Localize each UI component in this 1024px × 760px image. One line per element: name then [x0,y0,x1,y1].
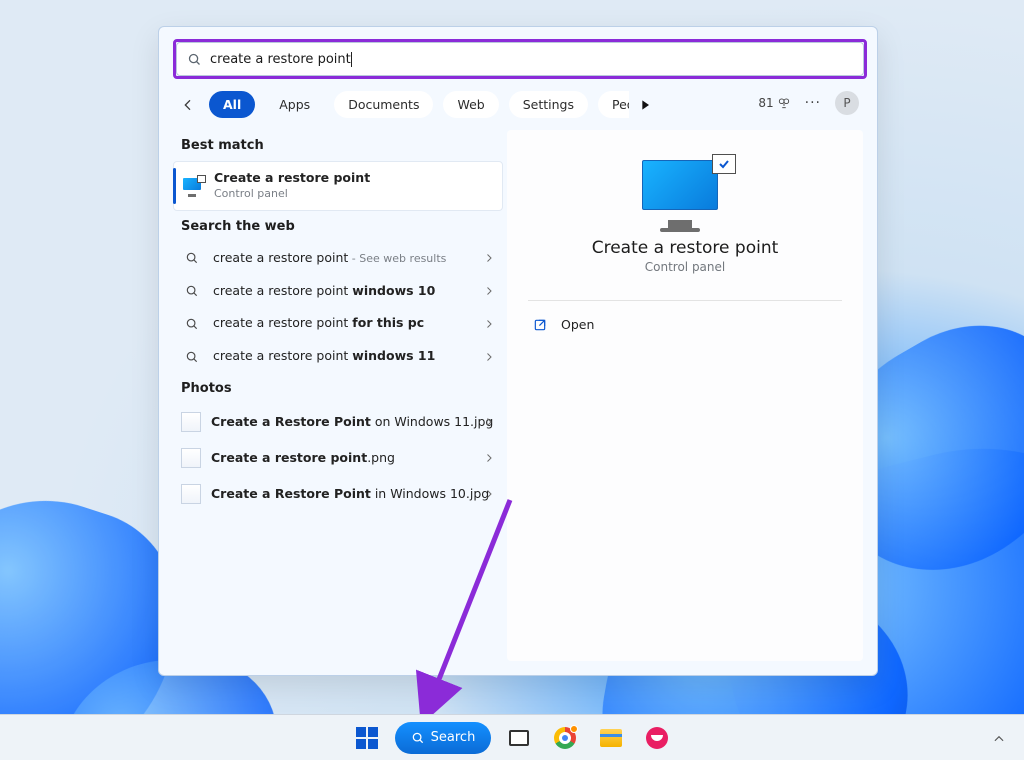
task-view-icon [509,730,529,746]
taskbar: Search [0,714,1024,760]
filter-documents[interactable]: Documents [334,91,433,118]
filter-web[interactable]: Web [443,91,498,118]
detail-subtitle: Control panel [645,260,725,274]
taskbar-app-pink[interactable] [639,720,675,756]
file-explorer-icon [600,729,622,747]
show-hidden-icons-button[interactable] [992,732,1006,746]
taskbar-app-chrome[interactable] [547,720,583,756]
result-web[interactable]: create a restore point for this pc [173,307,503,340]
section-search-web: Search the web [173,211,503,242]
search-input[interactable]: create a restore point [176,42,864,76]
scroll-right-icon[interactable] [637,97,653,113]
back-button[interactable] [177,94,199,116]
section-best-match: Best match [173,130,503,161]
trophy-icon [777,96,791,110]
result-web[interactable]: create a restore point - See web results [173,242,503,275]
search-flyout: create a restore point All Apps Document… [158,26,878,676]
filter-all[interactable]: All [209,91,255,118]
section-photos: Photos [173,373,503,404]
search-icon [187,52,202,67]
results-list: Best match Create a restore point Contro… [173,130,503,661]
search-query-text: create a restore point [210,52,352,67]
chevron-right-icon [483,488,495,500]
file-thumbnail [181,448,201,468]
restore-point-icon [642,160,728,220]
chevron-right-icon [483,452,495,464]
search-icon [185,284,199,298]
open-action[interactable]: Open [507,309,620,340]
taskbar-app-explorer[interactable] [593,720,629,756]
file-thumbnail [181,412,201,432]
task-view-button[interactable] [501,720,537,756]
more-options-button[interactable]: ··· [805,95,821,111]
rewards-points: 81 [758,96,773,110]
result-web[interactable]: create a restore point windows 10 [173,275,503,308]
filter-apps[interactable]: Apps [265,91,324,118]
open-icon [533,318,547,332]
file-thumbnail [181,484,201,504]
filter-settings[interactable]: Settings [509,91,588,118]
filter-people[interactable]: People [598,91,629,118]
start-button[interactable] [349,720,385,756]
chevron-right-icon [483,252,495,264]
app-icon [646,727,668,749]
chevron-right-icon [483,351,495,363]
chevron-right-icon [483,416,495,428]
search-icon [185,317,199,331]
taskbar-search-button[interactable]: Search [395,722,492,754]
search-icon [185,350,199,364]
chevron-right-icon [483,285,495,297]
detail-title: Create a restore point [592,238,779,258]
result-best-match[interactable]: Create a restore point Control panel [173,161,503,211]
chrome-icon [554,727,576,749]
result-web[interactable]: create a restore point windows 11 [173,340,503,373]
restore-point-icon [183,178,203,194]
rewards-indicator[interactable]: 81 [758,96,790,110]
annotation-highlight: create a restore point [173,39,867,79]
result-photo[interactable]: Create a Restore Point in Windows 10.jpg [173,476,503,512]
windows-logo-icon [356,727,378,749]
separator [528,300,841,301]
chevron-right-icon [483,318,495,330]
search-icon [411,731,425,745]
search-icon [185,251,199,265]
profile-avatar[interactable]: P [835,91,859,115]
detail-pane: Create a restore point Control panel Ope… [507,130,863,661]
result-photo[interactable]: Create a Restore Point on Windows 11.jpg [173,404,503,440]
result-photo[interactable]: Create a restore point.png [173,440,503,476]
